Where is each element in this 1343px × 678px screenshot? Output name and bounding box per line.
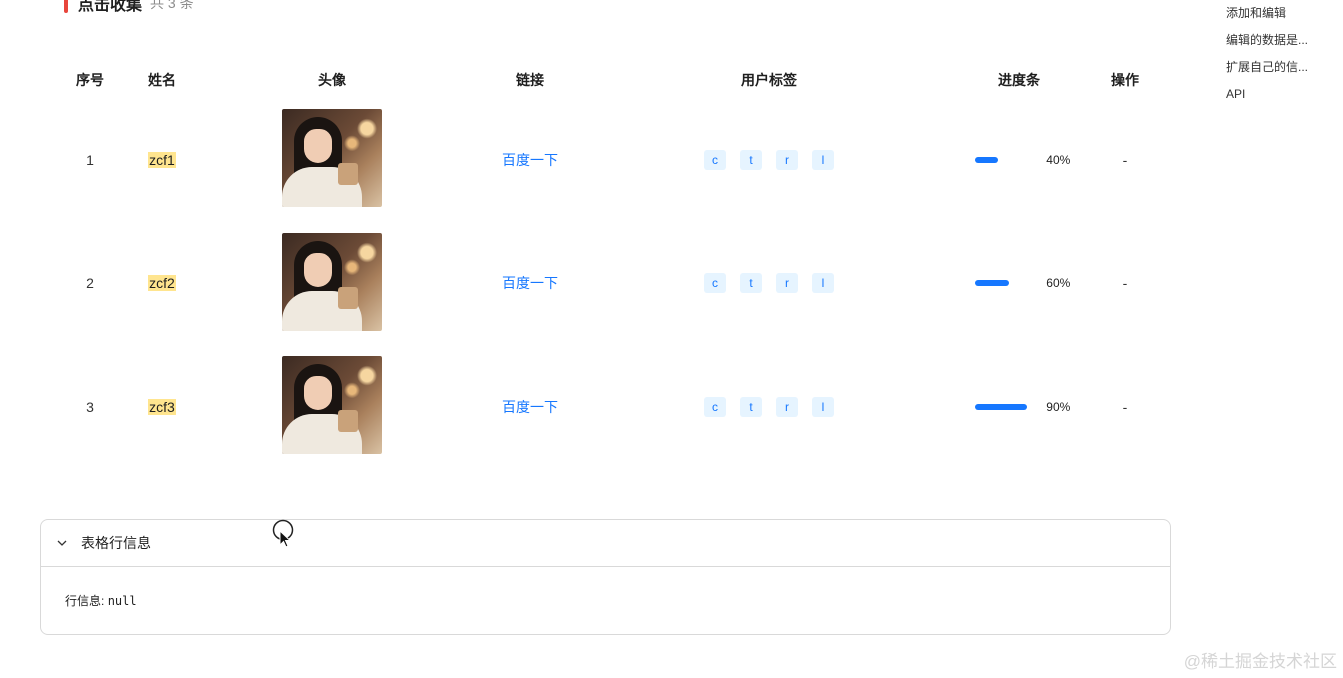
anchor-nav: 添加和编辑 编辑的数据是... 扩展自己的信... API (1226, 4, 1336, 112)
column-header-tags: 用户标签 (741, 72, 797, 88)
avatar-cell (184, 98, 480, 222)
row-info-value: null (107, 594, 137, 608)
table-header-row: 序号 姓名 头像 链接 用户标签 进度条 操作 (40, 62, 1170, 98)
tag-r: r (776, 149, 798, 170)
column-header-avatar: 头像 (318, 72, 346, 88)
section-title: 点击收集 (78, 0, 143, 14)
anchor-item-extend-info[interactable]: 扩展自己的信... (1226, 58, 1336, 85)
tag-t: t (740, 273, 762, 294)
tag-t: t (740, 396, 762, 417)
anchor-item-add-edit[interactable]: 添加和编辑 (1226, 4, 1336, 31)
tag-r: r (776, 396, 798, 417)
tag-c: c (704, 396, 726, 417)
name-highlight: zcf1 (148, 151, 176, 168)
row-index: 3 (86, 398, 94, 415)
progress-bar (975, 156, 1032, 163)
column-header-actions: 操作 (1111, 72, 1139, 88)
progress-bar (975, 280, 1032, 287)
collapse-title: 表格行信息 (81, 535, 151, 551)
avatar-cell (184, 345, 480, 469)
progress-percent: 40% (1046, 152, 1071, 167)
chevron-down-icon (57, 540, 67, 546)
mouse-cursor-icon (272, 519, 294, 548)
avatar-cell (184, 222, 480, 346)
table-row[interactable]: 2 zcf2 百度一下 ctrl 60% - (40, 222, 1170, 346)
tag-l: l (812, 396, 834, 417)
row-actions: - (1122, 398, 1128, 415)
avatar-image (282, 356, 382, 455)
anchor-item-api[interactable]: API (1226, 85, 1336, 112)
baidu-link[interactable]: 百度一下 (502, 275, 558, 291)
tag-l: l (812, 149, 834, 170)
progress-bar (975, 403, 1032, 410)
progress-cell: 60% (958, 222, 1080, 346)
tags-cell: ctrl (580, 98, 958, 222)
title-accent-bar (64, 0, 68, 13)
baidu-link[interactable]: 百度一下 (502, 152, 558, 168)
tag-c: c (704, 273, 726, 294)
progress-fill (975, 280, 1010, 287)
watermark: @稀土掘金技术社区 (1183, 652, 1337, 671)
row-info-label: 行信息: (65, 594, 105, 608)
name-cell: zcf1 (140, 98, 184, 222)
progress-fill (975, 156, 998, 163)
tag-r: r (776, 273, 798, 294)
anchor-item-edit-data[interactable]: 编辑的数据是... (1226, 31, 1336, 58)
progress-fill (975, 403, 1027, 410)
column-header-name: 姓名 (148, 72, 176, 88)
link-cell: 百度一下 (480, 345, 580, 469)
column-header-index: 序号 (76, 72, 104, 88)
collapse-body: 行信息: null (41, 567, 1170, 634)
row-info-collapse: 表格行信息 行信息: null (40, 519, 1171, 635)
avatar-image (282, 232, 382, 331)
tags-cell: ctrl (580, 345, 958, 469)
name-highlight: zcf3 (148, 398, 176, 415)
progress-percent: 90% (1046, 399, 1071, 414)
collapse-header[interactable]: 表格行信息 (41, 520, 1170, 567)
row-actions: - (1122, 151, 1128, 168)
tags-cell: ctrl (580, 222, 958, 346)
column-header-progress: 进度条 (998, 72, 1040, 88)
link-cell: 百度一下 (480, 222, 580, 346)
avatar-image (282, 109, 382, 208)
record-count: 共 3 条 (150, 0, 194, 11)
name-cell: zcf3 (140, 345, 184, 469)
progress-cell: 90% (958, 345, 1080, 469)
tag-t: t (740, 149, 762, 170)
table-row[interactable]: 3 zcf3 百度一下 ctrl 90% - (40, 345, 1170, 469)
progress-percent: 60% (1046, 276, 1071, 291)
table-row[interactable]: 1 zcf1 百度一下 ctrl 40% - (40, 98, 1170, 222)
section-header: 点击收集 共 3 条 (64, 0, 194, 14)
tag-c: c (704, 149, 726, 170)
row-index: 1 (86, 151, 94, 168)
column-header-link: 链接 (516, 72, 544, 88)
name-cell: zcf2 (140, 222, 184, 346)
row-index: 2 (86, 275, 94, 292)
row-actions: - (1122, 275, 1128, 292)
progress-cell: 40% (958, 98, 1080, 222)
baidu-link[interactable]: 百度一下 (502, 399, 558, 415)
tag-l: l (812, 273, 834, 294)
link-cell: 百度一下 (480, 98, 580, 222)
name-highlight: zcf2 (148, 275, 176, 292)
data-table: 序号 姓名 头像 链接 用户标签 进度条 操作 1 zcf1 百度一下 ctrl… (40, 62, 1170, 469)
